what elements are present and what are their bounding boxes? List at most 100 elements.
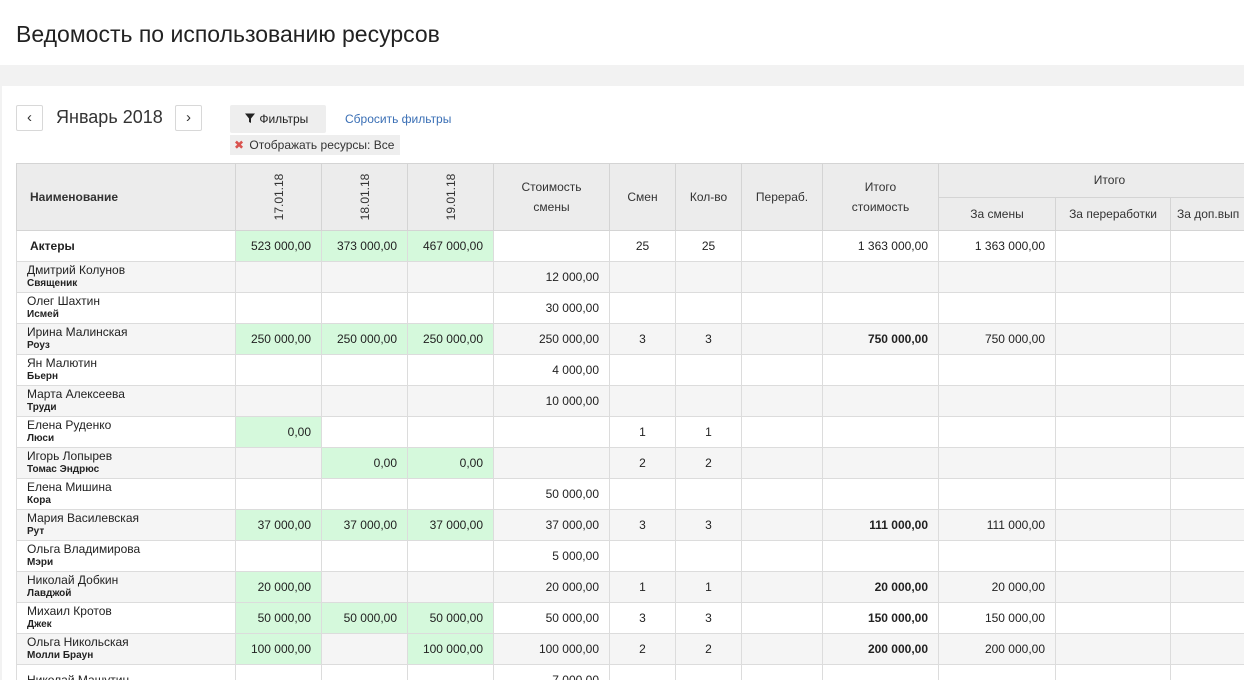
date-cell[interactable] — [235, 385, 322, 417]
resource-name-cell[interactable]: Игорь Лопырев Томас Эндрюс — [16, 447, 236, 479]
column-header-shift-cost[interactable]: Стоимость смены — [493, 163, 610, 231]
date-cell[interactable]: 523 000,00 — [235, 230, 322, 262]
resource-name-cell[interactable]: Ян Малютин Бьерн — [16, 354, 236, 386]
column-header-shifts[interactable]: Смен — [609, 163, 676, 231]
table-row[interactable]: Елена Мишина Кора 50 000,00 — [16, 478, 1244, 510]
date-cell[interactable]: 0,00 — [407, 447, 494, 479]
date-cell[interactable]: 250 000,00 — [321, 323, 408, 355]
date-cell[interactable] — [235, 261, 322, 293]
table-row[interactable]: Олег Шахтин Исмей 30 000,00 — [16, 292, 1244, 324]
column-header-for-shifts[interactable]: За смены — [938, 196, 1056, 231]
date-cell[interactable]: 373 000,00 — [321, 230, 408, 262]
resource-name-cell[interactable]: Елена Руденко Люси — [16, 416, 236, 448]
resource-name-cell[interactable]: Михаил Кротов Джек — [16, 602, 236, 634]
table-row[interactable]: Мария Василевская Рут 37 000,00 37 000,00 37… — [16, 509, 1244, 541]
resource-name-cell[interactable]: Мария Василевская Рут — [16, 509, 236, 541]
next-month-button[interactable]: › — [175, 105, 202, 131]
date-cell[interactable] — [321, 292, 408, 324]
prev-month-button[interactable]: ‹ — [16, 105, 43, 131]
table-row[interactable]: Елена Руденко Люси 0,00 1 1 — [16, 416, 1244, 448]
date-cell[interactable]: 0,00 — [321, 447, 408, 479]
table-row[interactable]: Ольга Владимирова Мэри 5 000,00 — [16, 540, 1244, 572]
date-cell[interactable] — [321, 385, 408, 417]
table-row[interactable]: Ирина Малинская Роуз 250 000,00 250 000,00 2… — [16, 323, 1244, 355]
date-cell[interactable] — [235, 292, 322, 324]
date-cell[interactable] — [321, 540, 408, 572]
date-cell[interactable]: 467 000,00 — [407, 230, 494, 262]
date-cell[interactable] — [321, 633, 408, 665]
date-cell[interactable]: 37 000,00 — [235, 509, 322, 541]
date-cell[interactable] — [407, 664, 494, 680]
shift-cost-cell — [493, 416, 610, 448]
date-cell[interactable] — [321, 571, 408, 603]
column-header-date[interactable]: 19.01.18 — [407, 163, 494, 231]
resource-name-cell[interactable]: Николай Добкин Лавджой — [16, 571, 236, 603]
resource-name-cell[interactable]: Ольга Владимирова Мэри — [16, 540, 236, 572]
date-cell[interactable] — [235, 478, 322, 510]
column-header-name[interactable]: Наименование — [16, 163, 236, 231]
column-header-qty[interactable]: Кол-во — [675, 163, 742, 231]
column-header-date[interactable]: 17.01.18 — [235, 163, 322, 231]
date-cell[interactable] — [321, 664, 408, 680]
resource-name-cell[interactable]: Олег Шахтин Исмей — [16, 292, 236, 324]
date-cell[interactable] — [321, 416, 408, 448]
date-cell[interactable] — [235, 664, 322, 680]
group-row[interactable]: Актеры 523 000,00 373 000,00 467 000,00 … — [16, 230, 1244, 262]
remove-filter-icon[interactable]: ✖ — [234, 138, 244, 152]
resource-name-cell[interactable]: Николай Машутин — [16, 664, 236, 680]
for-overtime-cell — [1055, 447, 1171, 479]
overtime-cell — [741, 323, 823, 355]
date-cell[interactable]: 20 000,00 — [235, 571, 322, 603]
column-header-overtime[interactable]: Перераб. — [741, 163, 823, 231]
table-row[interactable]: Марта Алексеева Труди 10 000,00 — [16, 385, 1244, 417]
header-line: Итого — [864, 180, 897, 194]
date-cell[interactable] — [407, 261, 494, 293]
resource-name-cell[interactable]: Ирина Малинская Роуз — [16, 323, 236, 355]
table-row[interactable]: Николай Машутин 7 000,00 — [16, 664, 1244, 680]
resource-name-cell[interactable]: Дмитрий Колунов Священик — [16, 261, 236, 293]
date-cell[interactable] — [235, 447, 322, 479]
date-cell[interactable]: 37 000,00 — [321, 509, 408, 541]
date-cell[interactable]: 50 000,00 — [321, 602, 408, 634]
date-cell[interactable] — [407, 354, 494, 386]
date-cell[interactable]: 100 000,00 — [235, 633, 322, 665]
date-cell[interactable] — [407, 571, 494, 603]
resource-name: Дмитрий Колунов — [27, 263, 126, 277]
column-header-total-cost[interactable]: Итого стоимость — [822, 163, 939, 231]
resource-name-cell[interactable]: Елена Мишина Кора — [16, 478, 236, 510]
date-cell[interactable]: 0,00 — [235, 416, 322, 448]
date-cell[interactable] — [407, 292, 494, 324]
resource-name-cell[interactable]: Ольга Никольская Молли Браун — [16, 633, 236, 665]
date-cell[interactable] — [407, 385, 494, 417]
column-header-for-extra[interactable]: За доп.вып — [1169, 196, 1244, 231]
date-cell[interactable] — [235, 540, 322, 572]
date-cell[interactable] — [407, 478, 494, 510]
reset-filters-link[interactable]: Сбросить фильтры — [345, 112, 451, 126]
date-cell[interactable]: 250 000,00 — [407, 323, 494, 355]
column-header-for-overtime[interactable]: За переработки — [1055, 196, 1171, 231]
column-header-date[interactable]: 18.01.18 — [321, 163, 408, 231]
filter-chip: ✖ Отображать ресурсы: Все — [230, 135, 401, 155]
table-row[interactable]: Ольга Никольская Молли Браун 100 000,00 100… — [16, 633, 1244, 665]
date-cell[interactable] — [235, 354, 322, 386]
date-cell[interactable] — [321, 478, 408, 510]
table-row[interactable]: Николай Добкин Лавджой 20 000,00 20 000,00 1… — [16, 571, 1244, 603]
date-cell[interactable]: 37 000,00 — [407, 509, 494, 541]
date-cell[interactable] — [407, 540, 494, 572]
table-row[interactable]: Михаил Кротов Джек 50 000,00 50 000,00 50 00… — [16, 602, 1244, 634]
date-cell[interactable]: 50 000,00 — [407, 602, 494, 634]
filters-button[interactable]: Фильтры — [230, 105, 326, 133]
date-cell[interactable]: 100 000,00 — [407, 633, 494, 665]
date-cell[interactable]: 50 000,00 — [235, 602, 322, 634]
date-cell[interactable]: 250 000,00 — [235, 323, 322, 355]
table-row[interactable]: Ян Малютин Бьерн 4 000,00 — [16, 354, 1244, 386]
shift-cost-cell: 50 000,00 — [493, 478, 610, 510]
date-cell[interactable] — [407, 416, 494, 448]
date-cell[interactable] — [321, 354, 408, 386]
date-cell[interactable] — [321, 261, 408, 293]
resource-name: Мария Василевская — [27, 511, 139, 525]
table-row[interactable]: Игорь Лопырев Томас Эндрюс 0,00 0,00 2 2 — [16, 447, 1244, 479]
qty-cell — [675, 292, 742, 324]
table-row[interactable]: Дмитрий Колунов Священик 12 000,00 — [16, 261, 1244, 293]
resource-name-cell[interactable]: Марта Алексеева Труди — [16, 385, 236, 417]
